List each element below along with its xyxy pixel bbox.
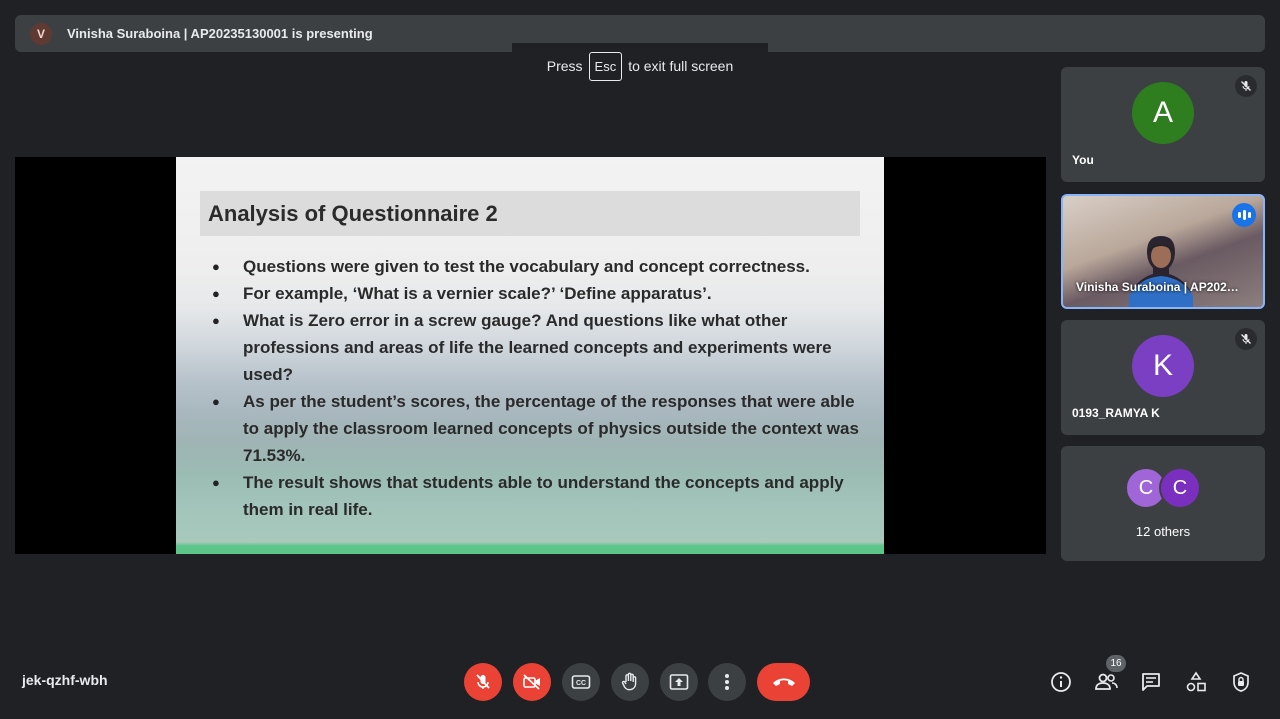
slide-title-box: Analysis of Questionnaire 2 xyxy=(200,191,860,236)
others-count-label: 12 others xyxy=(1135,524,1191,539)
raise-hand-icon xyxy=(621,672,637,691)
info-icon xyxy=(1051,672,1071,692)
slide-bullet-list: Questions were given to test the vocabul… xyxy=(212,253,862,523)
more-vert-icon xyxy=(725,674,729,690)
participant-name: 0193_RAMYA K xyxy=(1072,406,1160,420)
host-controls-icon xyxy=(1233,672,1249,692)
others-avatars: C C xyxy=(1125,467,1205,509)
camera-toggle-button[interactable] xyxy=(513,663,551,701)
present-icon xyxy=(669,674,689,690)
people-count-badge: 16 xyxy=(1106,655,1126,672)
mic-toggle-button[interactable] xyxy=(464,663,502,701)
people-icon xyxy=(1095,673,1118,690)
activities-button[interactable] xyxy=(1182,668,1210,696)
participant-tile-others[interactable]: C C 12 others xyxy=(1061,446,1265,561)
participant-tile-ramya[interactable]: K 0193_RAMYA K xyxy=(1061,320,1265,435)
host-controls-button[interactable] xyxy=(1227,668,1255,696)
chat-icon xyxy=(1142,673,1160,691)
avatar: A xyxy=(1132,82,1194,144)
slide-bullet: For example, ‘What is a vernier scale?’ … xyxy=(212,280,862,307)
raise-hand-button[interactable] xyxy=(611,663,649,701)
chat-button[interactable] xyxy=(1137,668,1165,696)
svg-text:CC: CC xyxy=(576,680,586,687)
meeting-code: jek-qzhf-wbh xyxy=(22,672,108,688)
hangup-icon xyxy=(772,678,795,686)
camera-off-icon xyxy=(523,674,540,690)
avatar: C xyxy=(1159,467,1201,509)
participant-name: You xyxy=(1072,153,1094,167)
presenter-avatar: V xyxy=(30,22,52,45)
meet-window: V Vinisha Suraboina | AP20235130001 is p… xyxy=(0,0,1280,719)
participant-tile-presenter[interactable]: Vinisha Suraboina | AP202… xyxy=(1061,194,1265,309)
presentation-stage: Analysis of Questionnaire 2 Questions we… xyxy=(15,157,1046,554)
mic-off-icon xyxy=(1235,75,1257,97)
slide-bullet: The result shows that students able to u… xyxy=(212,469,862,523)
leave-call-button[interactable] xyxy=(757,663,810,701)
toast-suffix-text: to exit full screen xyxy=(628,58,734,74)
captions-icon: CC xyxy=(571,675,591,689)
toast-press-text: Press xyxy=(546,58,583,74)
people-button[interactable] xyxy=(1092,668,1120,696)
presenter-label: Vinisha Suraboina | AP20235130001 is pre… xyxy=(67,26,373,41)
activities-icon xyxy=(1186,671,1206,692)
mic-off-icon xyxy=(1235,328,1257,350)
slide-bullet: What is Zero error in a screw gauge? And… xyxy=(212,307,862,388)
slide-title: Analysis of Questionnaire 2 xyxy=(208,200,498,226)
slide-bullet: Questions were given to test the vocabul… xyxy=(212,253,862,280)
participant-video xyxy=(1129,236,1193,307)
participant-name: Vinisha Suraboina | AP202… xyxy=(1076,280,1239,294)
captions-button[interactable]: CC xyxy=(562,663,600,701)
more-options-button[interactable] xyxy=(708,663,746,701)
fullscreen-toast: Press Esc to exit full screen xyxy=(512,43,768,89)
present-now-button[interactable] xyxy=(660,663,698,701)
avatar: K xyxy=(1132,335,1194,397)
shared-slide: Analysis of Questionnaire 2 Questions we… xyxy=(176,157,884,554)
participant-tile-you[interactable]: A You xyxy=(1061,67,1265,182)
meeting-details-button[interactable] xyxy=(1047,668,1075,696)
slide-bullet: As per the student’s scores, the percent… xyxy=(212,388,862,469)
esc-key-label: Esc xyxy=(588,51,623,81)
mic-off-icon xyxy=(476,674,490,689)
speaking-indicator-icon xyxy=(1232,203,1256,227)
